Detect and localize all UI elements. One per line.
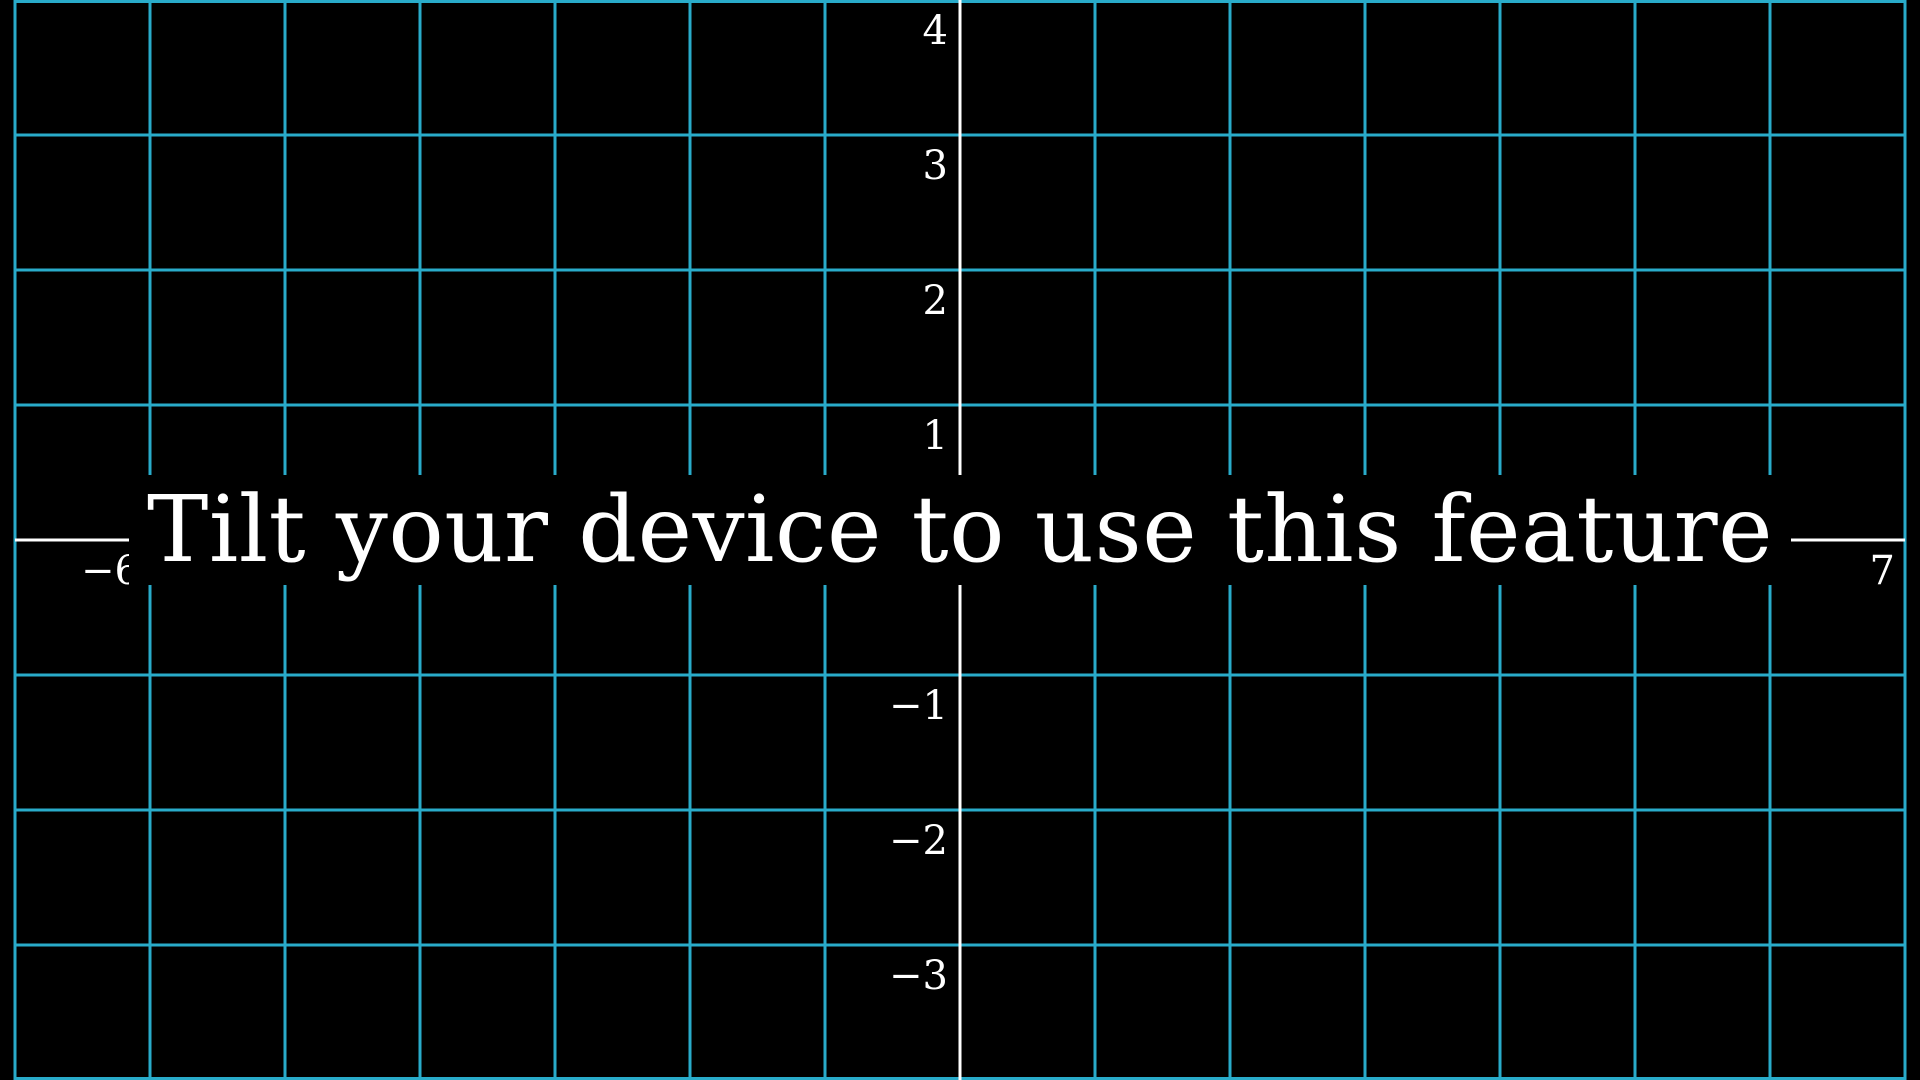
tick-label: 6	[1735, 548, 1760, 594]
tick-label: 4	[923, 8, 948, 54]
tick-label: −1	[889, 683, 948, 729]
tick-labels: −6 6 7 4 3 2 1 −1 −2 −3	[81, 8, 1895, 999]
coordinate-plane: −6 6 7 4 3 2 1 −1 −2 −3	[13, 0, 1907, 1080]
tick-label: 7	[1870, 548, 1895, 594]
tick-label: 2	[923, 278, 948, 324]
axes	[15, 0, 1905, 1080]
tick-label: −6	[81, 548, 140, 594]
tick-label: −3	[889, 953, 948, 999]
tick-label: 1	[923, 413, 948, 459]
tick-label: −2	[889, 818, 948, 864]
tick-label: 3	[923, 143, 948, 189]
coordinate-plane-view: −6 6 7 4 3 2 1 −1 −2 −3 Tilt your device to use t…	[0, 0, 1920, 1080]
